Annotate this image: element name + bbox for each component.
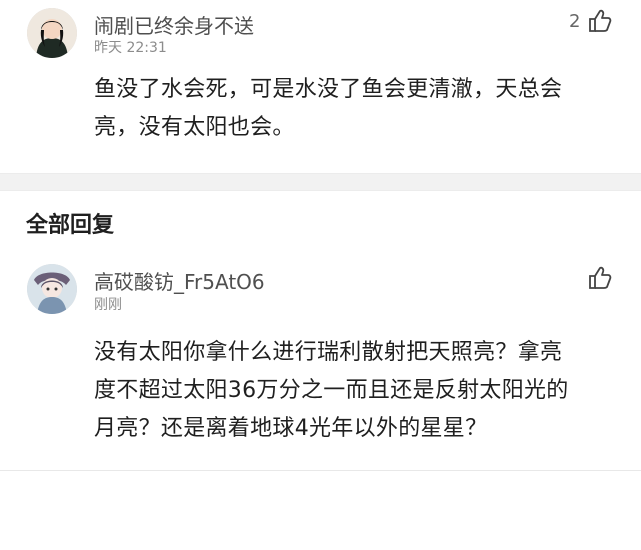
replies-section-title: 全部回复 [26,213,115,238]
reply-line-2: 度不超过太阳36万分之一而且还是反射太阳光的 [94,378,569,403]
comment-line-2: 亮，没有太阳也会。 [94,115,295,140]
user-photo-avatar-icon [27,8,77,58]
reply-text: 没有太阳你拿什么进行瑞利散射把天照亮？拿亮 度不超过太阳36万分之一而且还是反射… [94,334,614,448]
reply-like-button[interactable] [586,264,614,292]
comment-text: 鱼没了水会死，可是水没了鱼会更清澈，天总会 亮，没有太阳也会。 [94,71,614,147]
thumb-up-icon [589,266,612,289]
user-avatar[interactable] [27,8,77,58]
like-count: 2 [569,11,581,32]
reply-time: 刚刚 [94,297,122,313]
comment-time: 昨天 22:31 [94,40,167,56]
reply-line-1: 没有太阳你拿什么进行瑞利散射把天照亮？拿亮 [94,340,563,365]
comment-username[interactable]: 闹剧已终余身不送 [94,10,254,39]
reply-line-3: 月亮？还是离着地球4光年以外的星星？ [94,416,488,441]
bottom-divider [0,470,641,471]
like-button[interactable] [586,7,614,35]
anime-avatar-icon [27,264,77,314]
reply-avatar[interactable] [27,264,77,314]
comment-line-1: 鱼没了水会死，可是水没了鱼会更清澈，天总会 [94,77,563,102]
thumb-up-icon [589,9,612,32]
reply-username[interactable]: 高砹酸钫_Fr5AtO6 [94,266,265,295]
section-divider [0,173,641,191]
